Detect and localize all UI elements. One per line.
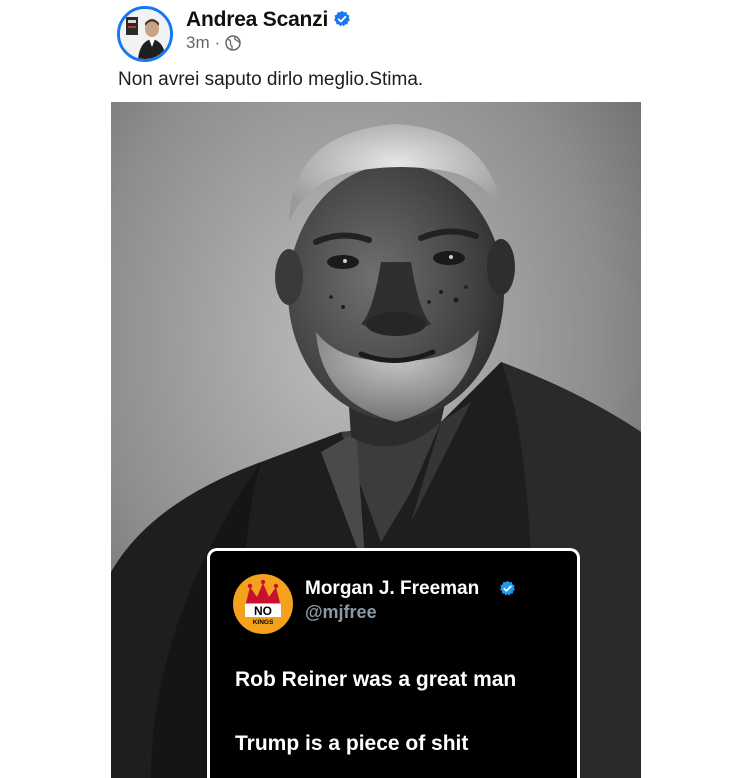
tweet-verified-icon <box>499 580 516 596</box>
tweet-author-handle: @mjfree <box>305 602 377 622</box>
tweet-text-line: Trump is a piece of shit <box>235 732 469 755</box>
post-caption: Non avrei saputo dirlo meglio.Stima. <box>118 69 424 90</box>
globe-icon[interactable] <box>225 35 242 51</box>
facebook-post: Andrea Scanzi 3m · Non avrei saputo dirl… <box>0 0 740 778</box>
avatar-image <box>120 9 170 59</box>
tweet-author-name: Morgan J. Freeman <box>305 578 480 599</box>
avatar-text-kings: KINGS <box>253 619 274 626</box>
tweet-text-line: Rob Reiner was a great man <box>235 668 517 691</box>
post-timestamp[interactable]: 3m <box>186 33 210 53</box>
author-name[interactable]: Andrea Scanzi <box>186 8 328 32</box>
verified-badge-icon <box>334 10 350 27</box>
meta-separator: · <box>214 33 221 52</box>
post-meta: 3m · <box>186 33 242 53</box>
avatar-text-no: NO <box>254 604 272 618</box>
no-kings-avatar-icon: NO KINGS <box>233 574 293 634</box>
embedded-tweet-card: NO KINGS Morgan J. Freeman @mjfree Rob R… <box>207 548 580 778</box>
author-avatar[interactable] <box>117 6 173 62</box>
